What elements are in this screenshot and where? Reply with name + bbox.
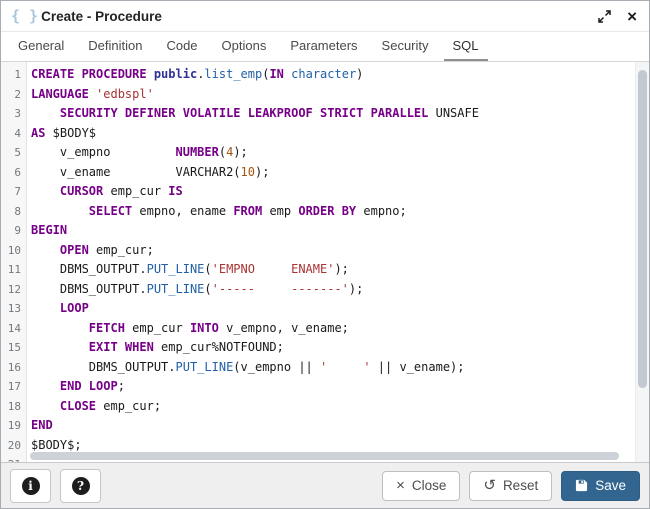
tab-code[interactable]: Code (157, 32, 206, 61)
reset-button-label: Reset (503, 478, 538, 493)
help-button[interactable]: ? (60, 469, 101, 503)
tab-options[interactable]: Options (213, 32, 276, 61)
close-dialog-icon[interactable]: × (627, 8, 637, 25)
line-number-gutter: 123456789101112131415161718192021 (1, 62, 27, 462)
help-icon: ? (72, 477, 90, 495)
save-button[interactable]: Save (561, 471, 640, 501)
dialog-title-bar[interactable]: { } Create - Procedure × (1, 1, 649, 32)
save-floppy-icon (575, 479, 588, 492)
code-line[interactable]: LANGUAGE 'edbspl' (31, 85, 649, 105)
line-number: 16 (1, 358, 26, 378)
code-line[interactable]: BEGIN (31, 221, 649, 241)
code-line[interactable]: AS $BODY$ (31, 124, 649, 144)
code-line[interactable]: CURSOR emp_cur IS (31, 182, 649, 202)
code-line[interactable]: END (31, 416, 649, 436)
close-button[interactable]: × Close (382, 471, 460, 501)
code-line[interactable]: DBMS_OUTPUT.PUT_LINE(v_empno || ' ' || v… (31, 358, 649, 378)
code-line[interactable]: SELECT empno, ename FROM emp ORDER BY em… (31, 202, 649, 222)
line-number: 10 (1, 241, 26, 261)
line-number: 21 (1, 455, 26, 462)
horizontal-scrollbar-thumb[interactable] (30, 452, 619, 460)
line-number: 9 (1, 221, 26, 241)
line-number: 14 (1, 319, 26, 339)
vertical-scrollbar-thumb[interactable] (638, 70, 647, 388)
code-line[interactable]: SECURITY DEFINER VOLATILE LEAKPROOF STRI… (31, 104, 649, 124)
line-number: 15 (1, 338, 26, 358)
line-number: 1 (1, 65, 26, 85)
sql-info-button[interactable]: i (10, 469, 51, 503)
line-number: 6 (1, 163, 26, 183)
line-number: 2 (1, 85, 26, 105)
save-button-label: Save (595, 478, 626, 493)
vertical-scrollbar[interactable] (635, 62, 649, 462)
code-line[interactable]: EXIT WHEN emp_cur%NOTFOUND; (31, 338, 649, 358)
line-number: 13 (1, 299, 26, 319)
code-line[interactable]: v_ename VARCHAR2(10); (31, 163, 649, 183)
code-line[interactable]: FETCH emp_cur INTO v_empno, v_ename; (31, 319, 649, 339)
tab-security[interactable]: Security (373, 32, 438, 61)
line-number: 19 (1, 416, 26, 436)
code-line[interactable]: DBMS_OUTPUT.PUT_LINE('EMPNO ENAME'); (31, 260, 649, 280)
expand-dialog-icon[interactable] (598, 10, 611, 23)
reset-undo-icon: ↺ (483, 478, 496, 493)
code-line[interactable]: OPEN emp_cur; (31, 241, 649, 261)
code-line[interactable]: LOOP (31, 299, 649, 319)
code-lines[interactable]: CREATE PROCEDURE public.list_emp(IN char… (27, 62, 649, 462)
create-procedure-dialog: { } Create - Procedure × GeneralDefiniti… (0, 0, 650, 509)
line-number: 8 (1, 202, 26, 222)
line-number: 7 (1, 182, 26, 202)
horizontal-scrollbar[interactable] (28, 450, 635, 462)
code-line[interactable]: END LOOP; (31, 377, 649, 397)
line-number: 17 (1, 377, 26, 397)
reset-button[interactable]: ↺ Reset (469, 471, 552, 501)
line-number: 5 (1, 143, 26, 163)
line-number: 18 (1, 397, 26, 417)
sql-editor[interactable]: 123456789101112131415161718192021 CREATE… (1, 62, 649, 462)
line-number: 11 (1, 260, 26, 280)
tab-sql[interactable]: SQL (444, 32, 488, 61)
close-x-icon: × (396, 478, 405, 493)
dialog-title: Create - Procedure (41, 9, 162, 24)
procedure-brace-icon: { } (11, 7, 38, 25)
line-number: 3 (1, 104, 26, 124)
code-line[interactable]: CLOSE emp_cur; (31, 397, 649, 417)
tab-general[interactable]: General (9, 32, 73, 61)
close-button-label: Close (412, 478, 447, 493)
tab-bar: GeneralDefinitionCodeOptionsParametersSe… (1, 32, 649, 62)
tab-parameters[interactable]: Parameters (281, 32, 366, 61)
tab-definition[interactable]: Definition (79, 32, 151, 61)
dialog-footer: i ? × Close ↺ Reset Save (1, 462, 649, 508)
code-line[interactable]: v_empno NUMBER(4); (31, 143, 649, 163)
line-number: 20 (1, 436, 26, 456)
line-number: 12 (1, 280, 26, 300)
line-number: 4 (1, 124, 26, 144)
code-line[interactable]: CREATE PROCEDURE public.list_emp(IN char… (31, 65, 649, 85)
info-icon: i (22, 477, 40, 495)
code-line[interactable]: DBMS_OUTPUT.PUT_LINE('----- -------'); (31, 280, 649, 300)
